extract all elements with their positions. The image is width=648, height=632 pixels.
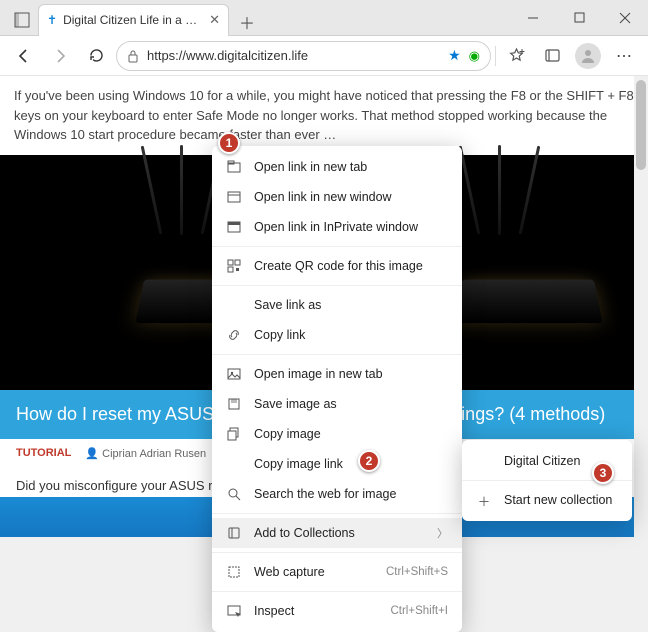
ctx-separator bbox=[212, 285, 462, 286]
context-menu: Open link in new tab Open link in new wi… bbox=[212, 146, 462, 632]
inspect-icon bbox=[226, 603, 242, 619]
annotation-badge-3: 3 bbox=[592, 462, 614, 484]
star-icon[interactable]: ★ bbox=[448, 47, 461, 64]
image-tab-icon bbox=[226, 366, 242, 382]
url-text: https://www.digitalcitizen.life bbox=[147, 48, 440, 63]
ctx-web-capture[interactable]: Web capture Ctrl+Shift+S bbox=[212, 557, 462, 587]
ctx-separator bbox=[212, 354, 462, 355]
article-intro: If you've been using Windows 10 for a wh… bbox=[0, 76, 648, 155]
ctx-separator bbox=[212, 513, 462, 514]
profile-button[interactable] bbox=[572, 40, 604, 72]
titlebar: ✝ Digital Citizen Life in a digital w ✕ … bbox=[0, 0, 648, 36]
ctx-open-image-new-tab[interactable]: Open image in new tab bbox=[212, 359, 462, 389]
annotation-badge-1: 1 bbox=[218, 132, 240, 154]
ctx-open-inprivate[interactable]: Open link in InPrivate window bbox=[212, 212, 462, 242]
inprivate-icon bbox=[226, 219, 242, 235]
ctx-create-qr[interactable]: Create QR code for this image bbox=[212, 251, 462, 281]
annotation-badge-2: 2 bbox=[358, 450, 380, 472]
scrollbar[interactable] bbox=[634, 76, 648, 537]
ctx-separator bbox=[212, 246, 462, 247]
category-tag[interactable]: TUTORIAL bbox=[16, 447, 71, 459]
ctx-copy-link[interactable]: Copy link bbox=[212, 320, 462, 350]
window-controls bbox=[510, 3, 648, 33]
back-button[interactable] bbox=[8, 40, 40, 72]
collections-icon bbox=[226, 525, 242, 541]
ctx-separator bbox=[212, 552, 462, 553]
scrollbar-thumb[interactable] bbox=[636, 80, 646, 170]
app-menu-icon[interactable] bbox=[6, 4, 38, 36]
close-window-button[interactable] bbox=[602, 3, 648, 33]
chevron-right-icon: 〉 bbox=[437, 525, 448, 541]
dagger-icon: ✝ bbox=[47, 13, 57, 27]
forward-button[interactable] bbox=[44, 40, 76, 72]
capture-icon bbox=[226, 564, 242, 580]
ctx-open-link-new-window[interactable]: Open link in new window bbox=[212, 182, 462, 212]
collections-button[interactable] bbox=[536, 40, 568, 72]
address-bar[interactable]: https://www.digitalcitizen.life ★ ◉ bbox=[116, 41, 491, 71]
toolbar-divider bbox=[495, 46, 496, 66]
save-icon bbox=[226, 396, 242, 412]
ctx-separator bbox=[212, 591, 462, 592]
refresh-button[interactable] bbox=[80, 40, 112, 72]
author[interactable]: 👤 Ciprian Adrian Rusen bbox=[85, 447, 206, 460]
search-icon bbox=[226, 486, 242, 502]
menu-button[interactable]: ⋯ bbox=[608, 40, 640, 72]
close-icon[interactable]: ✕ bbox=[209, 12, 220, 28]
start-new-collection[interactable]: ＋ Start new collection bbox=[462, 485, 632, 515]
window-icon bbox=[226, 189, 242, 205]
lock-icon bbox=[127, 49, 139, 63]
ctx-copy-image-link[interactable]: Copy image link bbox=[212, 449, 462, 479]
ctx-save-image-as[interactable]: Save image as bbox=[212, 389, 462, 419]
qr-icon bbox=[226, 258, 242, 274]
link-icon bbox=[226, 327, 242, 343]
new-tab-icon bbox=[226, 159, 242, 175]
tracking-icon[interactable]: ◉ bbox=[469, 48, 480, 64]
ctx-inspect[interactable]: Inspect Ctrl+Shift+I bbox=[212, 596, 462, 626]
minimize-button[interactable] bbox=[510, 3, 556, 33]
ctx-search-image[interactable]: Search the web for image bbox=[212, 479, 462, 509]
favorites-button[interactable] bbox=[500, 40, 532, 72]
new-tab-button[interactable]: ＋ bbox=[233, 8, 261, 36]
ctx-save-link-as[interactable]: Save link as bbox=[212, 290, 462, 320]
ctx-copy-image[interactable]: Copy image bbox=[212, 419, 462, 449]
plus-icon: ＋ bbox=[476, 492, 492, 508]
copy-icon bbox=[226, 426, 242, 442]
browser-tab[interactable]: ✝ Digital Citizen Life in a digital w ✕ bbox=[38, 4, 229, 36]
ctx-add-to-collections[interactable]: Add to Collections 〉 bbox=[212, 518, 462, 548]
ctx-open-link-new-tab[interactable]: Open link in new tab bbox=[212, 152, 462, 182]
tab-strip: ✝ Digital Citizen Life in a digital w ✕ … bbox=[0, 0, 261, 36]
browser-toolbar: https://www.digitalcitizen.life ★ ◉ ⋯ bbox=[0, 36, 648, 76]
avatar-icon bbox=[575, 43, 601, 69]
maximize-button[interactable] bbox=[556, 3, 602, 33]
tab-title: Digital Citizen Life in a digital w bbox=[63, 13, 203, 27]
